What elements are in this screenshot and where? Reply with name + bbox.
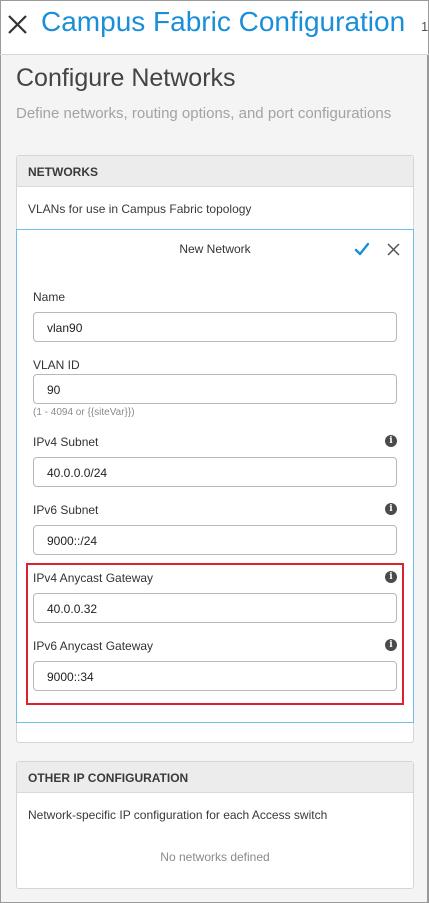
section-heading: Configure Networks	[16, 64, 236, 92]
info-icon[interactable]: i	[385, 435, 397, 447]
ipv6-subnet-field[interactable]: 9000::/24	[33, 525, 397, 555]
other-ip-panel-header: OTHER IP CONFIGURATION	[17, 762, 413, 793]
section-subheading: Define networks, routing options, and po…	[16, 105, 392, 122]
close-icon[interactable]	[6, 12, 30, 38]
other-ip-description: Network-specific IP configuration for ea…	[28, 808, 328, 822]
networks-description: VLANs for use in Campus Fabric topology	[28, 202, 252, 216]
vlan-id-hint: (1 - 4094 or {{siteVar}})	[33, 407, 135, 418]
vlan-id-field[interactable]: 90	[33, 374, 397, 404]
info-icon[interactable]: i	[385, 503, 397, 515]
ipv4-subnet-field[interactable]: 40.0.0.0/24	[33, 457, 397, 487]
empty-state-text: No networks defined	[160, 850, 270, 864]
networks-panel-header: NETWORKS	[17, 156, 413, 187]
vlan-id-label: VLAN ID	[33, 358, 80, 372]
page-title: Campus Fabric Configuration	[41, 6, 406, 37]
ipv4-subnet-label: IPv4 Subnet	[33, 435, 99, 449]
anycast-highlight-box	[26, 563, 404, 705]
name-field[interactable]: vlan90	[33, 312, 397, 342]
close-icon[interactable]	[386, 242, 401, 257]
header-divider	[0, 54, 429, 55]
title-overflow-text: 1	[421, 19, 429, 34]
other-ip-panel: OTHER IP CONFIGURATION Network-specific …	[16, 761, 414, 889]
check-icon[interactable]	[353, 241, 371, 259]
name-label: Name	[33, 290, 66, 304]
ipv6-subnet-label: IPv6 Subnet	[33, 503, 99, 517]
